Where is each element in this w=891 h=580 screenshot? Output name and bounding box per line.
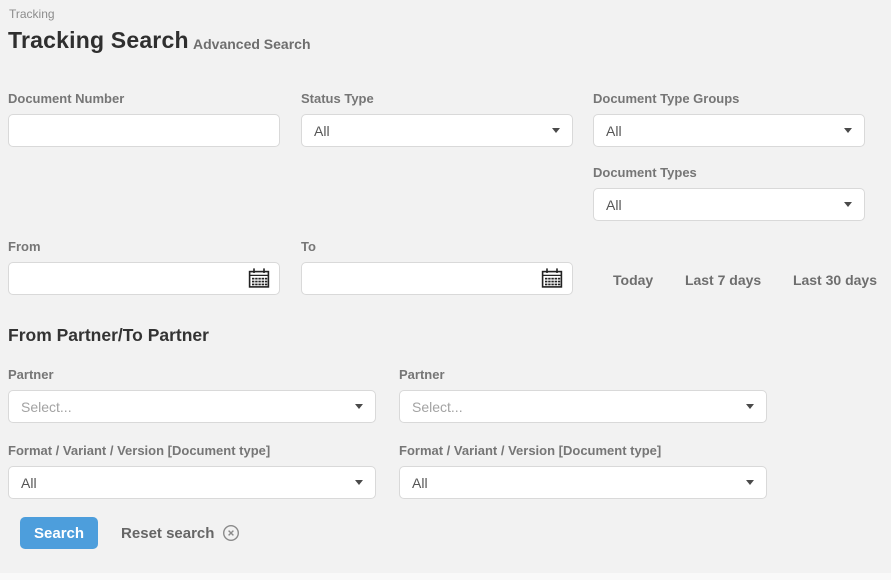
- calendar-icon[interactable]: [540, 267, 564, 290]
- breadcrumb[interactable]: Tracking: [9, 7, 55, 21]
- calendar-icon[interactable]: [247, 267, 271, 290]
- quick-link-last-30-days[interactable]: Last 30 days: [793, 272, 877, 288]
- date-from-group: From: [8, 240, 280, 295]
- to-partner-placeholder: Select...: [412, 399, 463, 415]
- caret-down-icon: [746, 404, 754, 409]
- from-format-value: All: [21, 475, 37, 491]
- to-format-value: All: [412, 475, 428, 491]
- status-type-group: Status Type All: [301, 92, 573, 147]
- caret-down-icon: [355, 404, 363, 409]
- search-button[interactable]: Search: [20, 517, 98, 549]
- date-from-label: From: [8, 240, 280, 254]
- date-to-label: To: [301, 240, 573, 254]
- document-number-label: Document Number: [8, 92, 280, 106]
- to-partner-select[interactable]: Select...: [399, 390, 767, 423]
- document-number-input[interactable]: [8, 114, 280, 147]
- caret-down-icon: [746, 480, 754, 485]
- document-types-group: Document Types All: [593, 166, 865, 221]
- from-format-group: Format / Variant / Version [Document typ…: [8, 444, 376, 499]
- document-type-groups-group: Document Type Groups All: [593, 92, 865, 147]
- from-format-select[interactable]: All: [8, 466, 376, 499]
- to-partner-group: Partner Select...: [399, 368, 767, 423]
- status-type-label: Status Type: [301, 92, 573, 106]
- document-type-groups-select[interactable]: All: [593, 114, 865, 147]
- document-type-groups-value: All: [606, 123, 622, 139]
- document-types-value: All: [606, 197, 622, 213]
- to-format-label: Format / Variant / Version [Document typ…: [399, 444, 767, 458]
- advanced-search-link[interactable]: Advanced Search: [193, 36, 311, 52]
- to-partner-label: Partner: [399, 368, 767, 382]
- quick-link-today[interactable]: Today: [613, 272, 653, 288]
- date-to-input[interactable]: [301, 262, 573, 295]
- partner-section-title: From Partner/To Partner: [8, 325, 209, 346]
- document-number-group: Document Number: [8, 92, 280, 147]
- document-types-label: Document Types: [593, 166, 865, 180]
- date-from-input[interactable]: [8, 262, 280, 295]
- from-partner-label: Partner: [8, 368, 376, 382]
- quick-date-ranges: Today Last 7 days Last 30 days: [593, 263, 877, 297]
- document-types-select[interactable]: All: [593, 188, 865, 221]
- close-circle-icon[interactable]: [222, 524, 240, 542]
- from-partner-placeholder: Select...: [21, 399, 72, 415]
- to-format-select[interactable]: All: [399, 466, 767, 499]
- caret-down-icon: [844, 202, 852, 207]
- tracking-search-page: Tracking Tracking Search Advanced Search…: [0, 0, 891, 580]
- document-type-groups-label: Document Type Groups: [593, 92, 865, 106]
- status-type-value: All: [314, 123, 330, 139]
- caret-down-icon: [355, 480, 363, 485]
- from-format-label: Format / Variant / Version [Document typ…: [8, 444, 376, 458]
- date-to-group: To: [301, 240, 573, 295]
- quick-link-last-7-days[interactable]: Last 7 days: [685, 272, 761, 288]
- page-title: Tracking Search: [8, 27, 189, 54]
- from-partner-select[interactable]: Select...: [8, 390, 376, 423]
- from-partner-group: Partner Select...: [8, 368, 376, 423]
- bottom-strip: [0, 573, 891, 580]
- form-actions: Search Reset search: [20, 517, 240, 549]
- to-format-group: Format / Variant / Version [Document typ…: [399, 444, 767, 499]
- caret-down-icon: [552, 128, 560, 133]
- status-type-select[interactable]: All: [301, 114, 573, 147]
- caret-down-icon: [844, 128, 852, 133]
- reset-search-link[interactable]: Reset search: [121, 524, 240, 542]
- reset-search-label: Reset search: [121, 525, 214, 542]
